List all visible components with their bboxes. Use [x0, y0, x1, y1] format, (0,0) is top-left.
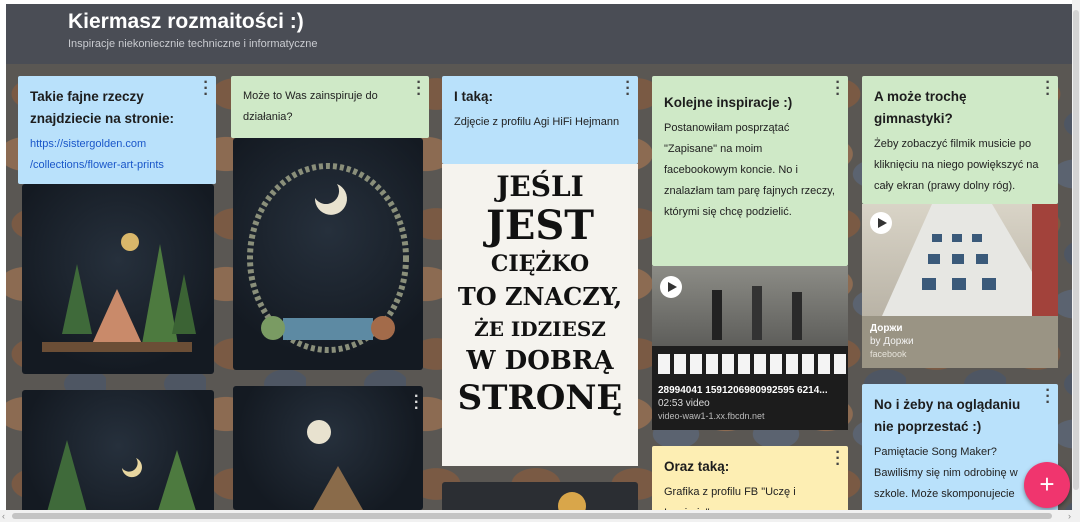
moon-house-art-image[interactable]: [233, 386, 423, 510]
board-title: Kiermasz rozmaitości :): [68, 10, 304, 33]
moon-wreath-art-image[interactable]: [233, 138, 423, 370]
more-vert-icon[interactable]: · · ·: [202, 76, 210, 103]
post-card-gymnastics[interactable]: · · · A może trochę gimnastyki? Żeby zobac…: [862, 76, 1058, 204]
video-source: facebook: [870, 349, 907, 359]
post-card-inspiration[interactable]: · · · Może to Was zainspiruje do działania…: [231, 76, 429, 138]
post-title: I taką:: [454, 89, 494, 104]
horizontal-scrollbar-thumb[interactable]: [12, 513, 1052, 519]
post-card-sistergolden[interactable]: · · · Takie fajne rzeczy znajdziecie na st…: [18, 76, 216, 184]
post-body: Pamiętacie Song Maker? Bawiliśmy się nim…: [874, 446, 1030, 510]
video-author: by Доржи: [870, 336, 914, 347]
add-icon[interactable]: +: [1024, 462, 1070, 508]
vertical-scrollbar-thumb[interactable]: [1073, 10, 1079, 490]
forest-night-art-graphic: [47, 440, 196, 510]
post-body: Zdjęcie z profilu Agi HiFi Hejmann: [454, 116, 620, 128]
post-title: Takie fajne rzeczy znajdziecie na stroni…: [30, 89, 175, 126]
play-icon[interactable]: [660, 276, 682, 298]
scroll-left-icon[interactable]: ‹: [2, 511, 5, 521]
video-title: 28994041 1591206980992595 6214...: [658, 385, 828, 396]
poster-line-4: TO ZNACZY,: [457, 282, 623, 311]
more-vert-icon[interactable]: · · ·: [414, 389, 419, 417]
horizontal-scrollbar[interactable]: ‹ ›: [0, 510, 1080, 522]
post-card-poster[interactable]: · · · I taką: Zdjęcie z profilu Agi HiFi H…: [442, 76, 638, 164]
vertical-scrollbar[interactable]: [1072, 0, 1080, 510]
moon-wreath-art-graphic: [247, 163, 409, 353]
post-title: No i żeby na oglądaniu nie poprzestać :): [874, 397, 1021, 434]
post-title: Oraz taką:: [664, 459, 730, 474]
poster-line-2: JEST: [485, 202, 595, 249]
piano-video-embed[interactable]: 28994041 1591206980992595 6214... 02:53 …: [652, 266, 848, 430]
board-canvas: · · · Takie fajne rzeczy znajdziecie na st…: [6, 64, 1072, 510]
post-title: A może trochę gimnastyki?: [874, 89, 967, 126]
post-body: Postanowiłam posprzątać "Zapisane" na mo…: [664, 122, 835, 218]
post-body: Grafika z profilu FB "Uczę i Inspiruję": [664, 486, 796, 510]
more-vert-icon[interactable]: · · ·: [1044, 384, 1052, 411]
pumpkin-art-graphic: [558, 492, 586, 510]
post-title: Kolejne inspiracje :): [664, 95, 793, 110]
play-icon[interactable]: [870, 212, 892, 234]
video-meta: 02:53 video: [658, 398, 710, 409]
forest-art-image[interactable]: [22, 184, 214, 374]
more-vert-icon[interactable]: · · ·: [624, 76, 632, 103]
forest-art-graphic: [42, 233, 196, 352]
poster-line-5: ŻE IDZIESZ: [474, 317, 606, 341]
post-card-more-inspiration[interactable]: · · · Kolejne inspiracje :) Postanowiłam p…: [652, 76, 848, 266]
video-source: video-waw1-1.xx.fbcdn.net: [658, 411, 765, 421]
post-card-graphic[interactable]: · · · Oraz taką: Grafika z profilu FB "Ucz…: [652, 446, 848, 510]
more-vert-icon[interactable]: · · ·: [834, 76, 842, 103]
post-link[interactable]: https://sistergolden.com /collections/fl…: [30, 134, 204, 176]
post-body: Może to Was zainspiruje do działania?: [243, 90, 378, 123]
more-vert-icon[interactable]: · · ·: [834, 446, 842, 473]
scroll-right-icon[interactable]: ›: [1068, 511, 1071, 521]
moon-house-art-graphic: [307, 420, 363, 510]
board-subtitle: Inspiracje niekoniecznie techniczne i in…: [68, 38, 318, 50]
more-vert-icon[interactable]: · · ·: [1044, 76, 1052, 103]
gym-video-embed[interactable]: Доржи by Доржи facebook: [862, 204, 1058, 368]
poster-line-7: STRONĘ: [457, 378, 623, 418]
video-title: Доржи: [870, 323, 903, 334]
forest-night-art-image[interactable]: [22, 390, 214, 510]
poster-line-1: JEŚLI: [496, 170, 584, 203]
pumpkin-art-image[interactable]: [442, 482, 638, 510]
board-header: Kiermasz rozmaitości :) Inspiracje nieko…: [6, 4, 1072, 64]
poster-image[interactable]: JEŚLI JEST CIĘŻKO TO ZNACZY, ŻE IDZIESZ …: [442, 164, 638, 466]
poster-line-6: W DOBRĄ: [466, 346, 614, 376]
post-body: Żeby zobaczyć filmik musicie po kliknięc…: [874, 138, 1039, 192]
more-vert-icon[interactable]: · · ·: [415, 76, 423, 103]
poster-line-3: CIĘŻKO: [490, 251, 590, 277]
